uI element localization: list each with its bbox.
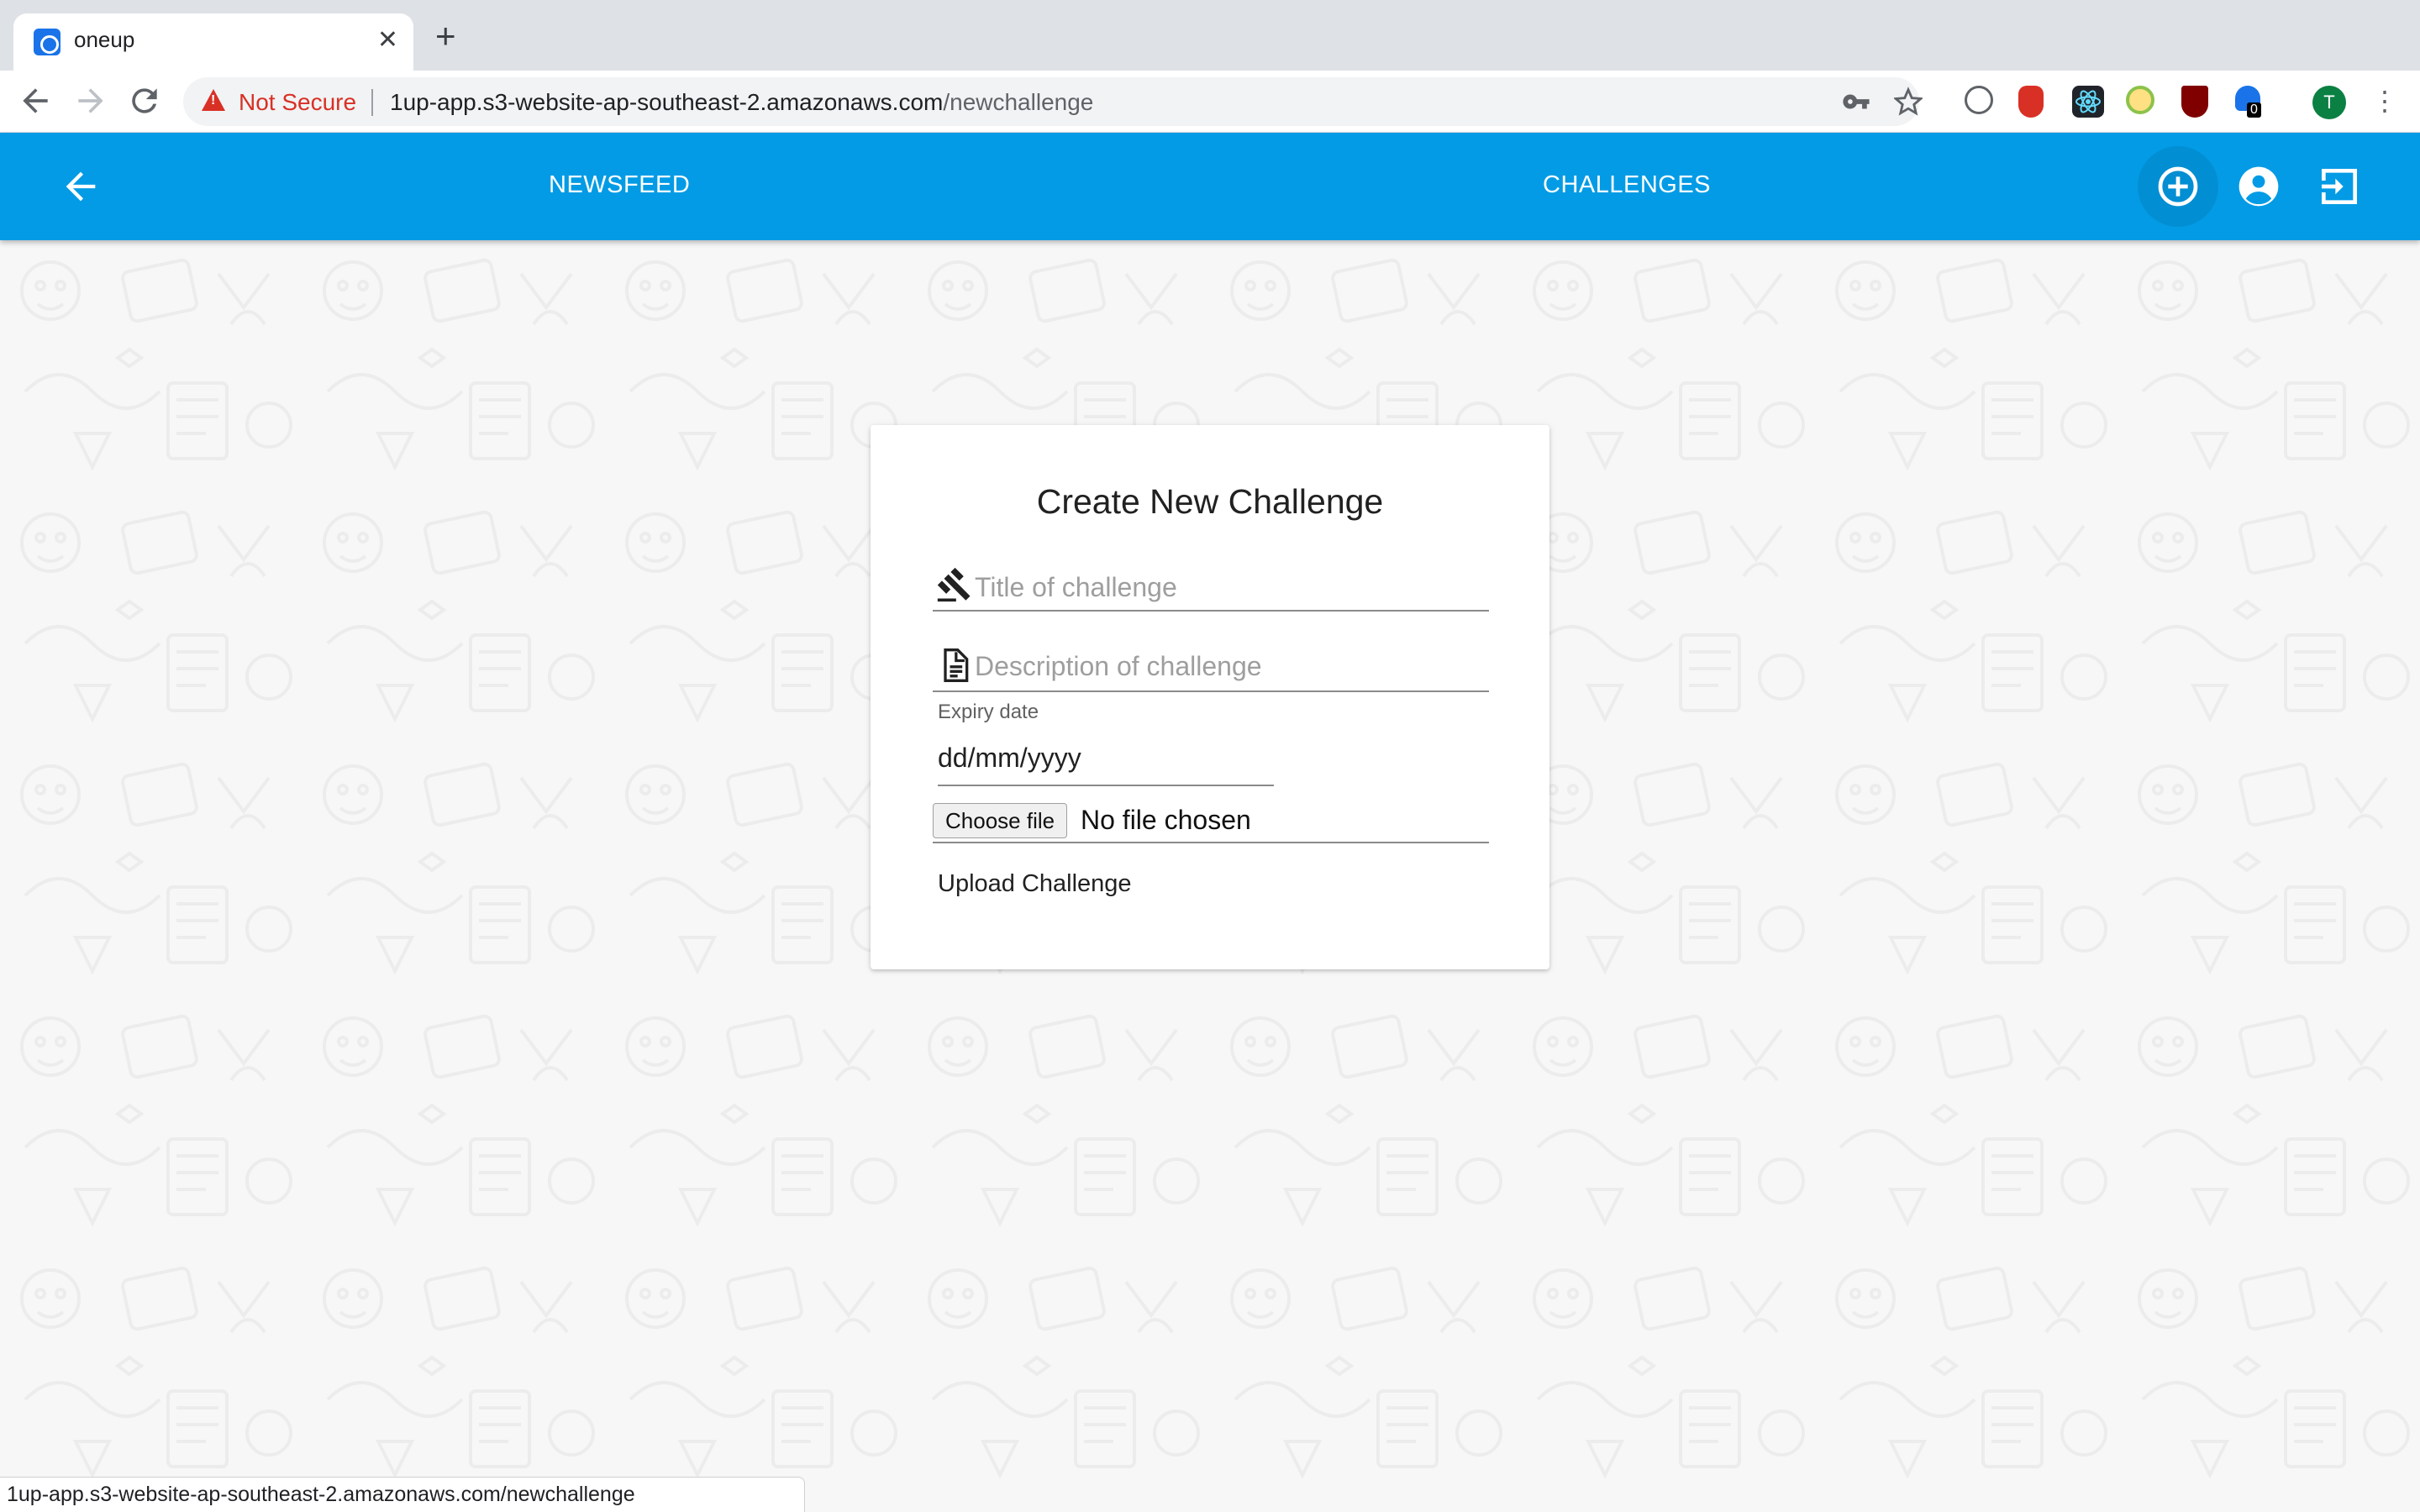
- tab-close-icon[interactable]: ✕: [377, 25, 398, 55]
- account-circle-icon[interactable]: [2235, 163, 2282, 210]
- exit-icon[interactable]: [2316, 163, 2363, 210]
- expiry-date-input[interactable]: dd/mm/yyyy: [938, 731, 1274, 786]
- security-label[interactable]: Not Secure: [239, 89, 356, 116]
- browser-tabstrip: oneup ✕ +: [0, 0, 2420, 71]
- description-field: [933, 637, 1489, 692]
- browser-toolbar: Not Secure 1up-app.s3-website-ap-southea…: [0, 71, 2420, 133]
- upload-challenge-button[interactable]: Upload Challenge: [938, 870, 1132, 898]
- extension-code-icon[interactable]: [1965, 86, 1993, 114]
- star-icon[interactable]: [1892, 86, 1924, 124]
- extension-badge: 0: [2247, 102, 2261, 118]
- card-title: Create New Challenge: [1036, 482, 1384, 521]
- browser-back-icon[interactable]: [17, 82, 54, 119]
- extension-color-icon[interactable]: [2126, 86, 2154, 114]
- create-challenge-card: Create New Challenge Expiry date dd/mm/y…: [871, 425, 1549, 969]
- file-status-text: No file chosen: [1081, 805, 1251, 835]
- favicon-icon: [34, 29, 60, 55]
- key-icon[interactable]: [1842, 86, 1870, 124]
- nav-newsfeed[interactable]: NEWSFEED: [549, 171, 690, 199]
- expiry-date-value: dd/mm/yyyy: [938, 743, 1081, 773]
- gavel-icon: [936, 566, 973, 603]
- browser-tab[interactable]: oneup ✕: [13, 13, 413, 71]
- nav-challenges[interactable]: CHALLENGES: [1543, 171, 1711, 199]
- extension-ghost-icon[interactable]: 0: [2235, 86, 2261, 118]
- new-tab-button[interactable]: +: [435, 18, 456, 54]
- warning-icon: [202, 89, 225, 111]
- extension-ublock-icon[interactable]: [2181, 86, 2208, 118]
- browser-status-bar: 1up-app.s3-website-ap-southeast-2.amazon…: [0, 1477, 805, 1512]
- divider: [371, 89, 373, 116]
- extension-react-icon[interactable]: [2072, 86, 2104, 118]
- file-upload-field: Choose file No file chosen: [933, 795, 1489, 843]
- back-arrow-icon[interactable]: [59, 165, 103, 208]
- title-field: [933, 559, 1489, 612]
- reload-icon[interactable]: [126, 82, 163, 119]
- address-bar[interactable]: Not Secure 1up-app.s3-website-ap-southea…: [183, 77, 1924, 126]
- url-text[interactable]: 1up-app.s3-website-ap-southeast-2.amazon…: [390, 89, 1093, 116]
- url-path: /newchallenge: [943, 89, 1094, 115]
- tab-title: oneup: [74, 27, 135, 52]
- description-input[interactable]: [975, 645, 1479, 687]
- choose-file-button[interactable]: Choose file: [933, 803, 1068, 838]
- app-header: NEWSFEED CHALLENGES: [0, 133, 2420, 240]
- title-input[interactable]: [975, 566, 1479, 608]
- add-circle-icon[interactable]: [2154, 163, 2202, 210]
- expiry-date-label: Expiry date: [938, 701, 1039, 723]
- url-host: 1up-app.s3-website-ap-southeast-2.amazon…: [390, 89, 944, 115]
- browser-menu-icon[interactable]: ⋮: [2371, 82, 2398, 119]
- profile-avatar[interactable]: T: [2312, 86, 2346, 119]
- document-icon: [936, 647, 973, 684]
- browser-forward-icon[interactable]: [72, 82, 109, 119]
- extension-adblock-icon[interactable]: [2018, 86, 2044, 118]
